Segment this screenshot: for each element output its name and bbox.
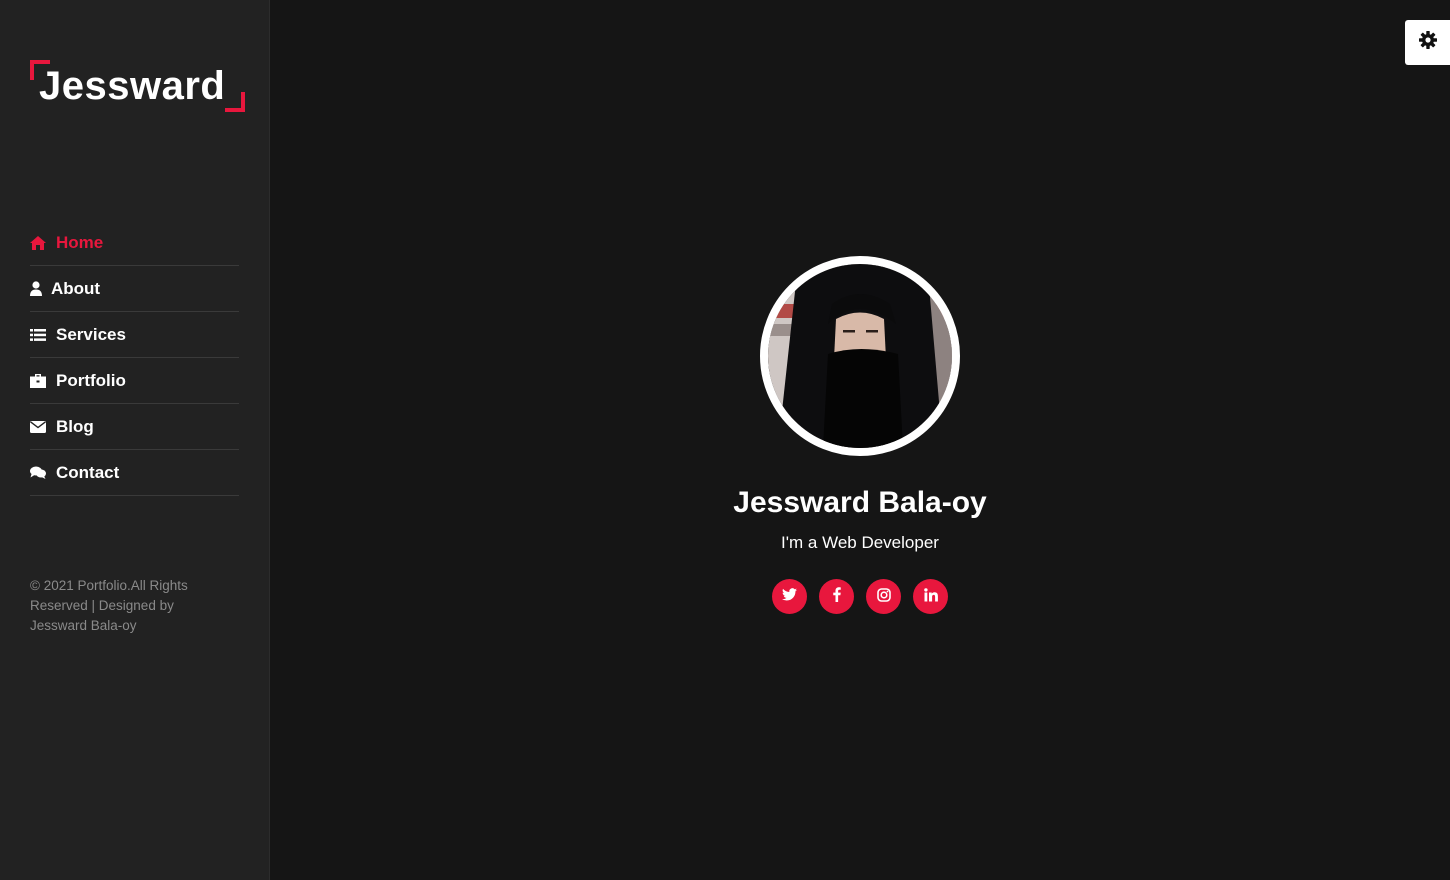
social-links [772, 579, 948, 614]
logo-text: Jessward [39, 64, 226, 108]
copyright-text: © 2021 Portfolio.All Rights Reserved | D… [30, 578, 188, 633]
home-icon [30, 235, 56, 250]
nav-item-portfolio[interactable]: Portfolio [30, 358, 239, 404]
logo-corner-bottom-right [225, 92, 245, 112]
hero-section: Jessward Bala-oy I'm a Web Developer [270, 0, 1450, 880]
nav-item-home[interactable]: Home [30, 220, 239, 266]
hero-name: Jessward Bala-oy [733, 486, 987, 519]
instagram-link[interactable] [866, 579, 901, 614]
nav-item-label: Services [56, 324, 126, 344]
facebook-icon [832, 587, 841, 606]
twitter-link[interactable] [772, 579, 807, 614]
facebook-link[interactable] [819, 579, 854, 614]
nav-item-label: Blog [56, 416, 94, 436]
nav-item-blog[interactable]: Blog [30, 404, 239, 450]
nav-item-contact[interactable]: Contact [30, 450, 239, 496]
envelope-icon [30, 420, 56, 433]
nav-item-label: Contact [56, 462, 120, 482]
comments-icon [30, 466, 56, 479]
nav-item-label: Home [56, 232, 104, 252]
profile-avatar [760, 256, 960, 456]
main-nav: Home About Services Portfolio Blog Conta… [30, 220, 239, 496]
hero-role: I'm a Web Developer [781, 533, 939, 552]
linkedin-icon [923, 587, 938, 606]
nav-item-services[interactable]: Services [30, 312, 239, 358]
list-icon [30, 328, 56, 341]
user-icon [30, 281, 51, 296]
twitter-icon [782, 588, 797, 605]
linkedin-link[interactable] [913, 579, 948, 614]
nav-item-label: Portfolio [56, 370, 126, 390]
nav-item-about[interactable]: About [30, 266, 239, 312]
sidebar: Jessward Home About Services Portfolio B… [0, 0, 270, 880]
instagram-icon [876, 587, 891, 606]
briefcase-icon [30, 373, 56, 388]
nav-item-label: About [51, 278, 101, 298]
logo[interactable]: Jessward [30, 60, 245, 112]
